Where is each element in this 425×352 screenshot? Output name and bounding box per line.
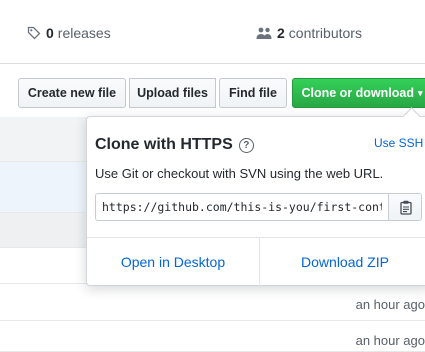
commit-timestamp: an hour ago (355, 333, 425, 348)
clone-popover-title: Clone with HTTPS ? (95, 136, 254, 154)
contributors-count: 2 (277, 25, 285, 41)
releases-link[interactable]: 0 releases (27, 25, 111, 41)
people-icon (256, 27, 272, 39)
upload-files-button[interactable]: Upload files (129, 78, 216, 108)
clone-title-text: Clone with HTTPS (95, 136, 233, 153)
clone-popover-footer: Open in Desktop Download ZIP (87, 237, 425, 286)
clone-url-input[interactable] (96, 194, 388, 220)
clone-url-group (95, 193, 422, 221)
question-icon[interactable]: ? (238, 137, 254, 153)
commit-timestamp: an hour ago (355, 297, 425, 312)
releases-label: releases (57, 25, 111, 41)
download-zip-button[interactable]: Download ZIP (260, 238, 425, 286)
tag-icon (27, 26, 41, 40)
use-ssh-link[interactable]: Use SSH (374, 136, 423, 150)
popover-arrow (402, 107, 421, 126)
clone-or-download-label: Clone or download (301, 86, 414, 100)
create-new-file-button[interactable]: Create new file (18, 78, 126, 108)
clone-popover: Clone with HTTPS ? Use SSH Use Git or ch… (86, 107, 425, 286)
repo-stats-bar: 0 releases 2 contributors (0, 0, 425, 64)
open-in-desktop-button[interactable]: Open in Desktop (87, 238, 259, 286)
contributors-link[interactable]: 2 contributors (256, 25, 362, 41)
contributors-label: contributors (288, 25, 362, 41)
chevron-down-icon: ▾ (417, 87, 423, 98)
clipboard-icon (399, 200, 412, 215)
find-file-button[interactable]: Find file (219, 78, 287, 108)
clone-description: Use Git or checkout with SVN using the w… (95, 166, 384, 181)
releases-count: 0 (46, 25, 54, 41)
copy-url-button[interactable] (388, 194, 421, 220)
clone-or-download-button[interactable]: Clone or download ▾ (292, 78, 425, 108)
